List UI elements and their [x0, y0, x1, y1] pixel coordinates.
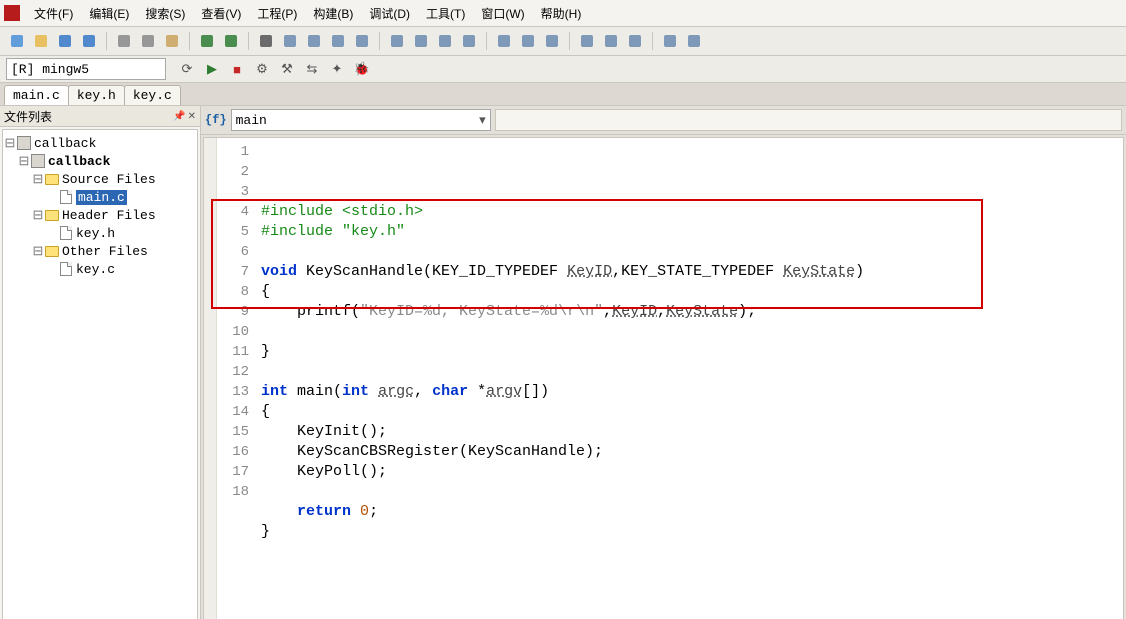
menu-bar: 文件(F) 编辑(E) 搜索(S) 查看(V) 工程(P) 构建(B) 调试(D… [0, 0, 1126, 27]
code-line[interactable]: return 0; [261, 502, 1123, 522]
build-button[interactable]: ⚒ [276, 58, 298, 80]
tree-file-key-c[interactable]: key.c [3, 260, 197, 278]
cut-button[interactable] [113, 30, 135, 52]
code-line[interactable] [261, 362, 1123, 382]
tag1-button[interactable] [279, 30, 301, 52]
code-line[interactable]: void KeyScanHandle(KEY_ID_TYPEDEF KeyID,… [261, 262, 1123, 282]
build-toolbar: [R] mingw5 ⟳▶■⚙⚒⇆✦🐞 [0, 56, 1126, 83]
save-button[interactable] [54, 30, 76, 52]
project-tree[interactable]: ⊟callback ⊟callback ⊟Source Files main.c… [2, 129, 198, 619]
code-line[interactable]: { [261, 282, 1123, 302]
file-tab-key-c[interactable]: key.c [124, 85, 181, 105]
code-line[interactable]: KeyPoll(); [261, 462, 1123, 482]
code-line[interactable] [261, 542, 1123, 562]
code-line[interactable]: KeyScanCBSRegister(KeyScanHandle); [261, 442, 1123, 462]
close-icon[interactable]: ✕ [188, 111, 196, 122]
code-line[interactable]: } [261, 342, 1123, 362]
app-icon [4, 5, 20, 21]
editor-area: {f} main 123456789101112131415161718 #in… [201, 106, 1126, 619]
tool1-button[interactable] [576, 30, 598, 52]
bookmark-button[interactable] [386, 30, 408, 52]
code-editor[interactable]: 123456789101112131415161718 #include <st… [203, 137, 1124, 619]
code-line[interactable]: printf("KeyID=%d, KeyState=%d\r\n",KeyID… [261, 302, 1123, 322]
file-tab-bar: main.ckey.hkey.c [0, 83, 1126, 106]
rebuild-button[interactable]: ⇆ [301, 58, 323, 80]
file-tab-key-h[interactable]: key.h [68, 85, 125, 105]
undo-button[interactable] [196, 30, 218, 52]
code-line[interactable]: } [261, 522, 1123, 542]
function-selector[interactable]: main [231, 109, 491, 131]
menu-window[interactable]: 窗口(W) [473, 2, 532, 25]
code-line[interactable]: KeyInit(); [261, 422, 1123, 442]
menu-help[interactable]: 帮助(H) [533, 2, 590, 25]
paste-button[interactable] [161, 30, 183, 52]
save-all-button[interactable] [78, 30, 100, 52]
menu-view[interactable]: 查看(V) [193, 2, 249, 25]
bm-prev-button[interactable] [410, 30, 432, 52]
main-toolbar [0, 27, 1126, 56]
menu-file[interactable]: 文件(F) [26, 2, 81, 25]
bm-next-button[interactable] [434, 30, 456, 52]
tree-file-main-c[interactable]: main.c [3, 188, 197, 206]
sidebar-title: 文件列表 [4, 108, 52, 125]
function-icon: {f} [205, 113, 227, 127]
new-file-button[interactable] [6, 30, 28, 52]
find-button[interactable] [255, 30, 277, 52]
editor-spacer [495, 109, 1122, 131]
compile-button[interactable]: ⚙ [251, 58, 273, 80]
menu-debug[interactable]: 调试(D) [361, 2, 418, 25]
line-numbers: 123456789101112131415161718 [217, 138, 255, 619]
file-tab-main-c[interactable]: main.c [4, 85, 69, 105]
editor-toolbar: {f} main [201, 106, 1126, 135]
code-line[interactable]: int main(int argc, char *argv[]) [261, 382, 1123, 402]
run-button[interactable]: ▶ [201, 58, 223, 80]
tool3-button[interactable] [624, 30, 646, 52]
debug-button[interactable]: 🐞 [351, 58, 373, 80]
code-line[interactable] [261, 482, 1123, 502]
menu-edit[interactable]: 编辑(E) [81, 2, 137, 25]
sidebar-title-bar: 文件列表 📌 ✕ [0, 106, 200, 127]
clean-button[interactable]: ✦ [326, 58, 348, 80]
step2-button[interactable] [517, 30, 539, 52]
tag2-button[interactable] [303, 30, 325, 52]
redo-button[interactable] [220, 30, 242, 52]
sidebar: 文件列表 📌 ✕ ⊟callback ⊟callback ⊟Source Fil… [0, 106, 201, 619]
refresh-button[interactable]: ⟳ [176, 58, 198, 80]
open-file-button[interactable] [30, 30, 52, 52]
menu-project[interactable]: 工程(P) [249, 2, 305, 25]
stop-button[interactable]: ■ [226, 58, 248, 80]
tree-project[interactable]: ⊟callback [3, 152, 197, 170]
tree-workspace[interactable]: ⊟callback [3, 134, 197, 152]
info-button[interactable] [659, 30, 681, 52]
compiler-selector[interactable]: [R] mingw5 [6, 58, 166, 80]
pin-icon[interactable]: 📌 [173, 111, 185, 122]
tree-folder-other[interactable]: ⊟Other Files [3, 242, 197, 260]
tag4-button[interactable] [351, 30, 373, 52]
code-line[interactable] [261, 242, 1123, 262]
code-line[interactable]: { [261, 402, 1123, 422]
tree-file-key-h[interactable]: key.h [3, 224, 197, 242]
menu-build[interactable]: 构建(B) [305, 2, 361, 25]
step-button[interactable] [493, 30, 515, 52]
code-line[interactable] [261, 322, 1123, 342]
tree-folder-header[interactable]: ⊟Header Files [3, 206, 197, 224]
tree-folder-source[interactable]: ⊟Source Files [3, 170, 197, 188]
code-line[interactable]: #include "key.h" [261, 222, 1123, 242]
menu-tools[interactable]: 工具(T) [418, 2, 473, 25]
menu-search[interactable]: 搜索(S) [137, 2, 193, 25]
copy-button[interactable] [137, 30, 159, 52]
tool2-button[interactable] [600, 30, 622, 52]
help-button[interactable] [683, 30, 705, 52]
editor-margin [204, 138, 217, 619]
code-content[interactable]: #include <stdio.h>#include "key.h" void … [255, 138, 1123, 619]
code-line[interactable]: #include <stdio.h> [261, 202, 1123, 222]
bm-clear-button[interactable] [458, 30, 480, 52]
step3-button[interactable] [541, 30, 563, 52]
tag3-button[interactable] [327, 30, 349, 52]
